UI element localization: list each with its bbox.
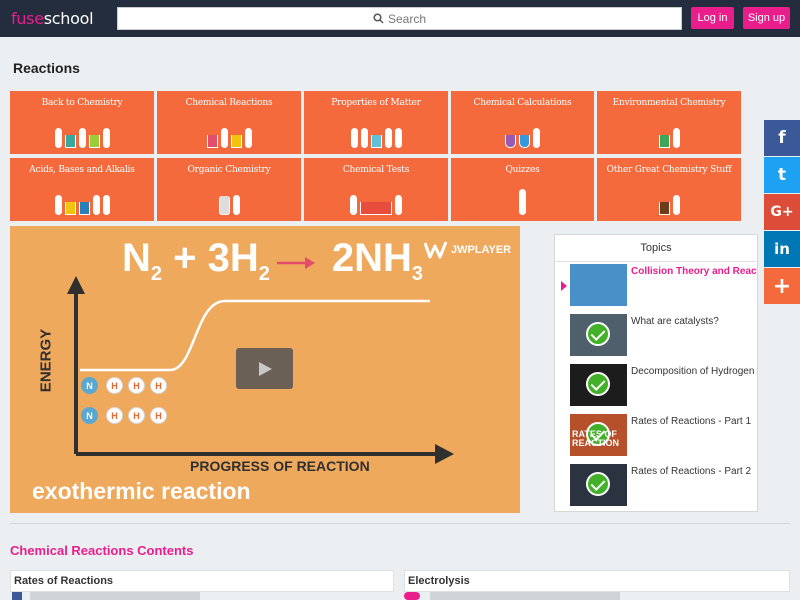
topic-title: Rates of Reactions - Part 2 xyxy=(631,466,752,477)
category-label: Environmental Chemistry xyxy=(612,98,726,108)
category-tile-other-chemistry[interactable]: Other Great Chemistry Stuff xyxy=(597,158,741,221)
category-label: Chemical Tests xyxy=(342,165,410,175)
search-input[interactable]: Search xyxy=(117,7,682,30)
lab-stand-illustration-icon xyxy=(157,128,301,148)
contents-title: Chemical Reactions Contents xyxy=(10,543,194,558)
category-label: Acids, Bases and Alkalis xyxy=(29,165,135,175)
category-tile-properties-of-matter[interactable]: Properties of Matter xyxy=(304,91,448,154)
video-player[interactable]: N2 + 3H2 2NH3 JWPLAYER ENERGY PROGRESS OF… xyxy=(10,226,520,513)
topics-header: Topics xyxy=(555,235,757,262)
facebook-icon[interactable]: f xyxy=(764,120,800,156)
category-tile-acids-bases-alkalis[interactable]: Acids, Bases and Alkalis xyxy=(10,158,154,221)
quiz-illustration-icon xyxy=(451,189,594,215)
contents-column-electrolysis[interactable]: Electrolysis xyxy=(404,570,790,592)
category-label: Quizzes xyxy=(505,165,540,175)
category-label: Other Great Chemistry Stuff xyxy=(606,165,732,175)
microscope-illustration-icon xyxy=(157,195,301,215)
hydrogen-atom-icon: H xyxy=(106,407,123,424)
flask-illustration-icon xyxy=(451,128,594,148)
jwplayer-icon xyxy=(424,241,448,259)
topic-item-catalysts[interactable]: What are catalysts? xyxy=(555,312,757,358)
signup-button[interactable]: Sign up xyxy=(743,7,790,29)
video-thumbnail xyxy=(570,314,627,356)
search-icon xyxy=(373,13,384,24)
category-tile-quizzes[interactable]: Quizzes xyxy=(451,158,594,221)
video-thumbnail: RATES OF REACTION xyxy=(570,414,627,456)
nitrogen-atom-icon: N xyxy=(81,377,98,394)
category-label: Properties of Matter xyxy=(331,98,421,108)
scientist-illustration-icon xyxy=(10,128,154,148)
section-divider xyxy=(10,523,790,524)
category-label: Chemical Calculations xyxy=(473,98,572,108)
video-thumbnail xyxy=(570,464,627,506)
hydrogen-atom-icon: H xyxy=(128,407,145,424)
current-topic-marker-icon xyxy=(561,281,567,291)
category-tile-organic-chemistry[interactable]: Organic Chemistry xyxy=(157,158,301,221)
category-tile-chemical-tests[interactable]: Chemical Tests xyxy=(304,158,448,221)
more-icon[interactable]: + xyxy=(764,268,800,304)
topic-item-collision-theory[interactable]: Collision Theory and Reaction xyxy=(555,262,757,308)
topic-item-decomposition[interactable]: Decomposition of Hydrogen xyxy=(555,362,757,408)
topic-item-rates-part-1[interactable]: RATES OF REACTION Rates of Reactions - P… xyxy=(555,412,757,458)
completed-check-icon xyxy=(586,372,610,396)
play-icon xyxy=(258,361,272,376)
linkedin-icon[interactable]: in xyxy=(764,231,800,267)
category-label: Organic Chemistry xyxy=(187,165,271,175)
jwplayer-logo: JWPLAYER xyxy=(424,240,511,260)
topic-item-rates-part-2[interactable]: Rates of Reactions - Part 2 xyxy=(555,462,757,508)
contents-column-rates-of-reactions[interactable]: Rates of Reactions xyxy=(10,570,394,592)
video-thumbnail xyxy=(570,264,627,306)
hydrogen-atom-icon: H xyxy=(106,377,123,394)
topic-title: What are catalysts? xyxy=(631,316,719,327)
topic-title: Collision Theory and Reaction xyxy=(631,266,757,277)
matter-illustration-icon xyxy=(304,128,448,148)
search-placeholder: Search xyxy=(387,11,427,26)
completed-check-icon xyxy=(586,472,610,496)
category-label: Back to Chemistry xyxy=(41,98,123,108)
category-tile-chemical-reactions[interactable]: Chemical Reactions xyxy=(157,91,301,154)
google-plus-icon[interactable]: G+ xyxy=(764,194,800,230)
energy-axis-label: ENERGY xyxy=(37,328,55,393)
play-button[interactable] xyxy=(236,348,293,389)
video-thumbnail xyxy=(570,364,627,406)
plant-illustration-icon xyxy=(597,128,741,148)
list-item[interactable] xyxy=(30,592,200,600)
hydrogen-atom-icon: H xyxy=(128,377,145,394)
list-item-icon xyxy=(12,592,22,600)
other-stuff-illustration-icon xyxy=(597,195,741,215)
topic-title: Decomposition of Hydrogen xyxy=(631,366,755,377)
topic-title: Rates of Reactions - Part 1 xyxy=(631,416,752,427)
hydrogen-atom-icon: H xyxy=(150,407,167,424)
category-tile-environmental-chemistry[interactable]: Environmental Chemistry xyxy=(597,91,741,154)
acid-bottles-illustration-icon xyxy=(10,195,154,215)
list-item[interactable] xyxy=(430,592,620,600)
twitter-icon[interactable]: t xyxy=(764,157,800,193)
fuseschool-logo[interactable]: fuseschool xyxy=(11,9,94,28)
top-navigation-bar: fuseschool Search Log in Sign up xyxy=(0,0,800,37)
hydrogen-atom-icon: H xyxy=(150,377,167,394)
page-title: Reactions xyxy=(13,60,80,76)
login-button[interactable]: Log in xyxy=(691,7,734,29)
video-caption: exothermic reaction xyxy=(32,478,251,504)
progress-axis-label: PROGRESS OF REACTION xyxy=(190,458,370,474)
thumbnail-text: RATES OF REACTION xyxy=(572,429,619,448)
category-tile-back-to-chemistry[interactable]: Back to Chemistry xyxy=(10,91,154,154)
test-tubes-illustration-icon xyxy=(304,195,448,215)
reaction-equation: N2 + 3H2 2NH3 xyxy=(122,236,424,285)
completed-check-icon xyxy=(586,322,610,346)
category-label: Chemical Reactions xyxy=(185,98,273,108)
category-tile-chemical-calculations[interactable]: Chemical Calculations xyxy=(451,91,594,154)
nitrogen-atom-icon: N xyxy=(81,407,98,424)
topics-panel: Topics Collision Theory and Reaction Wha… xyxy=(554,234,758,512)
list-item-icon xyxy=(404,592,420,600)
